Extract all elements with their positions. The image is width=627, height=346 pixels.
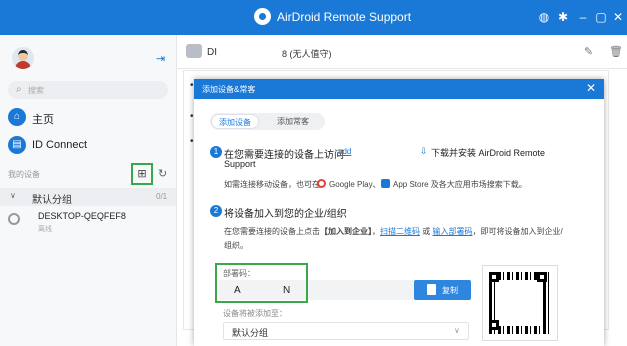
highlight-box [215,263,308,303]
step2-line1: 在您需要连接的设备上点击【加入到企业】，扫描二维码 或 输入部署码，即可将设备加… [224,227,563,236]
list-bullet: • [190,136,194,147]
google-play-label: Google Play、 [329,180,381,189]
dialog-title: 添加设备&常客 [202,85,256,94]
google-play-icon [317,179,326,188]
list-bullet: • [190,111,194,122]
title-bar: AirDroid Remote Support ◍ ✱ – ▢ ✕ [0,0,627,35]
home-icon: ⌂ [8,108,26,126]
airdroid-logo-icon [254,8,271,25]
download-link[interactable]: 下载并安装 AirDroid Remote [431,146,545,159]
tab-add-device[interactable]: 添加设备 [211,114,259,129]
edit-icon[interactable]: ✎ [584,45,593,58]
step-number: 1 [210,146,222,158]
app-title: AirDroid Remote Support [277,10,412,24]
chevron-down-icon: ∨ [454,326,460,335]
globe-icon[interactable]: ◍ [537,10,551,24]
my-devices-heading: 我的设备 [8,170,40,179]
group-select[interactable]: 默认分组 ∨ [223,322,469,340]
sidebar-item-id-connect[interactable]: ▤ ID Connect [8,135,168,157]
device-offline-icon [8,213,20,225]
search-placeholder: 搜索 [28,86,44,95]
avatar[interactable] [12,47,34,69]
device-name: DESKTOP-QEQFEF8 [38,211,126,221]
close-icon[interactable]: ✕ [586,81,596,95]
scan-qr-link[interactable]: 扫描二维码 [380,227,420,236]
add-link[interactable]: add [338,147,351,156]
group-count: 0/1 [156,192,168,201]
close-icon[interactable]: ✕ [611,10,625,24]
chevron-down-icon: ∨ [10,191,16,200]
app-store-note: App Store 及各大应用市场搜索下载。 [393,180,527,189]
list-bullet: • [190,80,194,91]
device-count: 8 (无人值守) [282,49,332,59]
mobile-note: 如需连接移动设备，也可在 [224,180,320,189]
search-input[interactable]: ⌕ 搜索 [8,81,168,99]
enter-code-link[interactable]: 输入部署码 [432,227,472,236]
maximize-icon[interactable]: ▢ [594,10,608,24]
download-text-cont: Support [224,159,256,169]
sidebar-item-label: 主页 [32,114,54,126]
device-group[interactable]: ∨ 默认分组 0/1 [0,188,176,206]
search-icon: ⌕ [16,84,22,95]
delete-icon[interactable]: 🗑 [609,45,623,58]
device-header: DI 8 (无人值守) ✎ 🗑 [178,35,627,69]
tab-add-guest[interactable]: 添加常客 [264,114,322,129]
refresh-icon[interactable]: ↻ [158,167,167,180]
step2-text: 将设备加入到您的企业/组织 [224,209,347,220]
copy-button-label: 复制 [442,286,458,295]
id-connect-icon: ▤ [8,136,26,154]
add-to-label: 设备将被添加至： [223,309,287,318]
dialog-title-bar: 添加设备&常客 ✕ [194,79,604,99]
gear-icon[interactable]: ✱ [556,10,570,24]
qr-code-image [482,265,558,341]
logout-icon[interactable]: ⇥ [156,53,168,65]
add-device-dialog: 添加设备&常客 ✕ 添加设备 添加常客 1 在您需要连接的设备上访问 add ⇩… [194,79,604,346]
add-device-button[interactable]: ⊞ [131,163,153,185]
app-store-icon [381,179,390,188]
copy-icon [427,284,436,295]
dialog-tabs: 添加设备 添加常客 [210,113,325,130]
group-select-value: 默认分组 [232,328,269,338]
minimize-icon[interactable]: – [576,10,590,24]
sidebar-item-home[interactable]: ⌂ 主页 [8,107,168,129]
step2-line2: 组织。 [224,241,248,250]
device-title: DI [207,47,217,58]
device-icon [186,44,202,58]
device-list-item[interactable]: DESKTOP-QEQFEF8 离线 [0,207,176,237]
copy-button[interactable]: 复制 [414,280,471,300]
sidebar: ⇥ ⌕ 搜索 ⌂ 主页 ▤ ID Connect 我的设备 ⊞ ↻ ∨ 默认分组… [0,35,177,346]
sidebar-item-label: ID Connect [32,139,88,151]
step-number: 2 [210,205,222,217]
download-icon: ⇩ [420,146,428,156]
group-name: 默认分组 [32,195,72,206]
device-status: 离线 [38,226,52,233]
